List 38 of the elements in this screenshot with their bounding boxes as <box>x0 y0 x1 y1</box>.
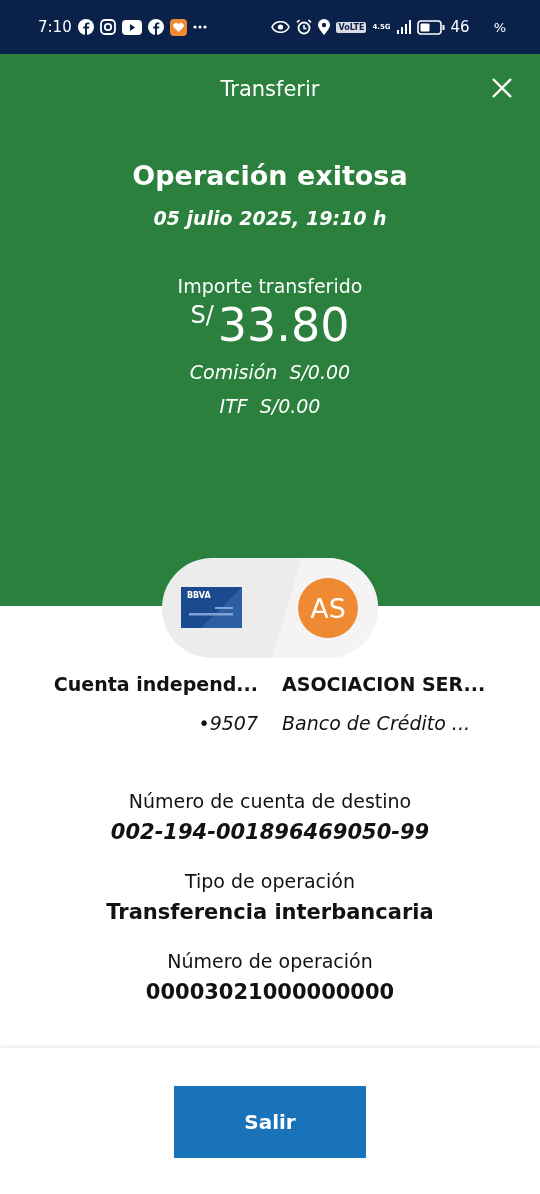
destination-name: ASOCIACION SER... <box>281 673 487 695</box>
alarm-icon <box>296 19 313 35</box>
clock: 7:10 <box>38 18 72 36</box>
amount-value: 33.80 <box>217 299 350 351</box>
detail-value: 002-194-001896469050-99 <box>110 820 430 844</box>
eye-icon <box>271 21 291 33</box>
volte-badge: VoLTE <box>336 21 367 33</box>
result-title: Operación exitosa <box>132 160 408 191</box>
video-play-icon <box>121 19 142 35</box>
facebook-icon <box>77 19 94 35</box>
battery-icon <box>416 19 445 35</box>
origin-account-number: •9507 <box>197 712 259 734</box>
signal-icon <box>396 20 411 34</box>
percent-sign: % <box>493 19 506 35</box>
fee-label: ITF <box>219 395 248 417</box>
amount-label: Importe transferido <box>177 275 363 297</box>
detail-value: 00003021000000000 <box>145 980 395 1004</box>
detail-label: Número de operación <box>167 950 373 972</box>
more-icon <box>192 25 207 29</box>
bank-card-icon: BBVA <box>181 587 242 628</box>
exit-button[interactable]: Salir <box>174 1086 366 1158</box>
facebook-icon <box>147 19 164 35</box>
fee-label: Comisión <box>189 361 278 383</box>
currency-symbol: S/ <box>190 301 214 329</box>
detail-label: Número de cuenta de destino <box>128 790 412 812</box>
heart-app-icon <box>169 18 187 36</box>
camera-icon <box>99 19 116 35</box>
origin-account-name: Cuenta independ... <box>52 673 259 695</box>
location-pin-icon <box>318 19 331 35</box>
fee-value: S/0.00 <box>259 395 321 417</box>
destination-bank: Banco de Crédito ... <box>281 712 471 734</box>
detail-value: Transferencia interbancaria <box>106 900 434 924</box>
detail-label: Tipo de operación <box>184 870 355 892</box>
close-icon[interactable] <box>492 78 512 98</box>
battery-level: 46 <box>450 18 470 36</box>
operation-date: 05 julio 2025, 19:10 h <box>153 207 387 229</box>
screen-title: Transferir <box>220 77 320 101</box>
fee-value: S/0.00 <box>289 361 351 383</box>
